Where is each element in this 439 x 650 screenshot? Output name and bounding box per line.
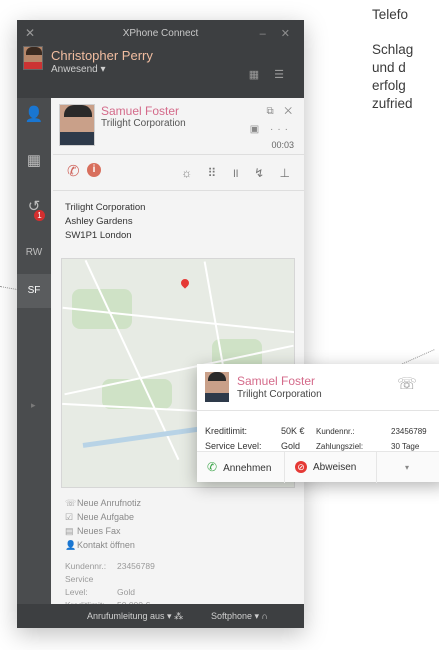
side-text-line: Schlag <box>372 42 414 57</box>
caller-name: Samuel Foster <box>237 374 316 388</box>
user-name: Christopher Perry <box>51 48 153 63</box>
hangup-phone-icon[interactable]: ✆ <box>67 162 80 180</box>
title-bar: ✕ XPhone Connect – ✕ Christopher Perry A… <box>17 20 304 98</box>
sidebar-item-sf[interactable]: SF <box>17 274 51 308</box>
detail-key: Kreditlimit: <box>205 426 248 436</box>
xphone-window: ✕ XPhone Connect – ✕ Christopher Perry A… <box>17 20 304 628</box>
call-timer: 00:03 <box>271 140 294 150</box>
contact-pane: Samuel Foster Trilight Corporation ⧉ ✕ ▣… <box>53 98 304 628</box>
side-marketing-text: Telefo Schlag und d erfolg zufried <box>372 6 439 113</box>
contact-company: Trilight Corporation <box>101 118 186 129</box>
sidebar-item-rw[interactable]: RW <box>17 236 51 270</box>
pane-header-icons-2[interactable]: ▣ ··· <box>250 124 292 135</box>
info-value: Gold <box>117 587 135 597</box>
side-text-line: und d <box>372 60 406 75</box>
missed-calls-badge: 1 <box>34 210 45 221</box>
person-icon: 👤 <box>65 540 77 550</box>
window-controls[interactable]: – ✕ <box>260 27 296 40</box>
side-text-line: Telefo <box>372 7 409 22</box>
contact-photo <box>59 104 95 146</box>
detail-key: Zahlungsziel: <box>316 442 364 451</box>
divider <box>53 154 304 155</box>
info-icon[interactable]: i <box>87 163 101 177</box>
accept-call-button[interactable]: ✆ Annehmen <box>197 452 285 483</box>
call-forwarding-dropdown[interactable]: Anrufumleitung aus ▾ ⁂ <box>87 611 183 622</box>
action-new-task[interactable]: ☑ Neue Aufgabe <box>65 510 141 524</box>
sidebar: 👤 ▦ ↺ 1 RW SF ▸ <box>17 98 51 628</box>
detail-key: Service Level: <box>205 441 262 451</box>
divider <box>197 410 439 411</box>
ringing-phone-icon: ☏ <box>396 376 417 393</box>
action-open-contact[interactable]: 👤Kontakt öffnen <box>65 538 141 552</box>
user-avatar[interactable] <box>23 46 43 70</box>
history-item[interactable]: ↺ 1 <box>17 190 51 224</box>
address-line: SW1P1 London <box>65 230 132 241</box>
more-options-dropdown[interactable]: ▾ <box>377 452 437 483</box>
action-list: ☏Neue Anrufnotiz ☑ Neue Aufgabe ▤ Neues Fa… <box>65 496 141 552</box>
call-action-icons[interactable]: ☼ ⠿ ॥ ↯ ⊥ <box>181 164 296 181</box>
reject-call-button[interactable]: ⊘ Abweisen <box>285 452 377 483</box>
divider <box>53 190 304 191</box>
popup-actions: ✆ Annehmen ⊘ Abweisen ▾ <box>197 451 439 483</box>
block-icon: ⊘ <box>295 461 307 473</box>
address-line: Trilight Corporation <box>65 202 146 213</box>
address-line: Ashley Gardens <box>65 216 133 227</box>
map-pin-icon <box>179 277 191 289</box>
presence-status-dropdown[interactable]: Anwesend ▾ <box>51 64 106 75</box>
detail-value: 50K € <box>281 426 305 436</box>
side-text-line: erfolg <box>372 78 406 93</box>
detail-value: 23456789 <box>391 427 427 436</box>
caller-photo <box>205 372 229 402</box>
detail-key: Kundennr.: <box>316 427 355 436</box>
side-text-line: zufried <box>372 96 413 111</box>
chevron-right-icon[interactable]: ▸ <box>31 400 36 411</box>
contact-name[interactable]: Samuel Foster <box>101 104 179 118</box>
pane-header-icons[interactable]: ⧉ ✕ <box>266 106 296 117</box>
info-key: Service Level: <box>65 574 94 597</box>
fax-icon: ▤ <box>65 526 74 536</box>
contact-address: Trilight Corporation Ashley Gardens SW1P… <box>65 201 145 243</box>
incoming-call-popup: Samuel Foster Trilight Corporation ☏ Kre… <box>197 364 439 483</box>
device-dropdown[interactable]: Softphone ▾ ∩ <box>211 611 268 622</box>
caller-company: Trilight Corporation <box>237 389 322 400</box>
phone-note-icon: ☏ <box>65 498 77 508</box>
info-value: 23456789 <box>117 561 155 571</box>
action-new-call-note[interactable]: ☏Neue Anrufnotiz <box>65 496 141 510</box>
info-key: Kundennr.: <box>65 561 107 571</box>
checkbox-icon: ☑ <box>65 512 74 522</box>
action-new-fax[interactable]: ▤ Neues Fax <box>65 524 141 538</box>
calendar-icon[interactable]: ▦ <box>17 144 51 178</box>
toolbar-icons[interactable]: ▦ ☰ <box>249 68 290 81</box>
bottom-bar: Anrufumleitung aus ▾ ⁂ Softphone ▾ ∩ <box>17 604 304 628</box>
phone-icon: ✆ <box>207 460 218 474</box>
contacts-icon[interactable]: 👤 <box>17 98 51 132</box>
